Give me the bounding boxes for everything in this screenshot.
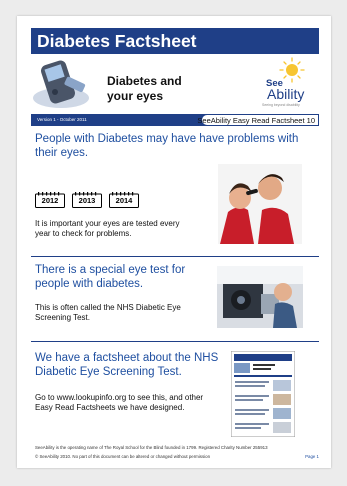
calendar-year: 2014 [115,196,133,205]
page-number: Page 1 [305,454,319,459]
section2-heading: There is a special eye test for people w… [35,264,186,290]
factsheet-thumbnail-image [231,351,295,437]
series-pill: SeeAbility Easy Read Factsheet 10 [197,114,319,126]
section-divider [31,256,319,257]
eye-test-machine-photo [217,266,303,328]
section-divider [31,341,319,342]
factsheet-subtitle: Diabetes and your eyes [107,74,182,103]
glucose-meter-image [31,58,91,110]
title-bar: Diabetes Factsheet [31,28,319,54]
seeability-logo: See Ability Seeing beyond disability [250,56,318,108]
footer-charity-line: SeeAbility is the operating name of The … [35,445,268,450]
eye-exam-photo [218,164,302,244]
section1-body: It is important your eyes are tested eve… [35,219,180,238]
factsheet-page: Diabetes Factsheet Diabetes and your eye… [17,16,331,468]
section3-body: Go to www.lookupinfo.org to see this, an… [35,393,204,412]
version-bar: Version 1 - October 2011 SeeAbility Easy… [31,114,319,126]
series-label: SeeAbility Easy Read Factsheet 10 [197,116,315,125]
page-title: Diabetes Factsheet [37,31,197,51]
calendar-2013-icon: 2013 [72,192,102,208]
footer-copyright-line: © SeeAbility 2010. No part of this docum… [35,454,211,459]
version-label: Version 1 - October 2011 [37,116,87,122]
section3-heading: We have a factsheet about the NHS Diabet… [35,352,219,378]
calendar-2012-icon: 2012 [35,192,65,208]
logo-ability-text: Ability [267,86,305,102]
calendar-year: 2013 [78,196,96,205]
calendar-2014-icon: 2014 [109,192,139,208]
calendar-year: 2012 [41,196,59,205]
logo-tagline: Seeing beyond disability [262,103,300,107]
section2-body: This is often called the NHS Diabetic Ey… [35,303,181,322]
section1-heading: People with Diabetes may have have probl… [35,133,299,159]
